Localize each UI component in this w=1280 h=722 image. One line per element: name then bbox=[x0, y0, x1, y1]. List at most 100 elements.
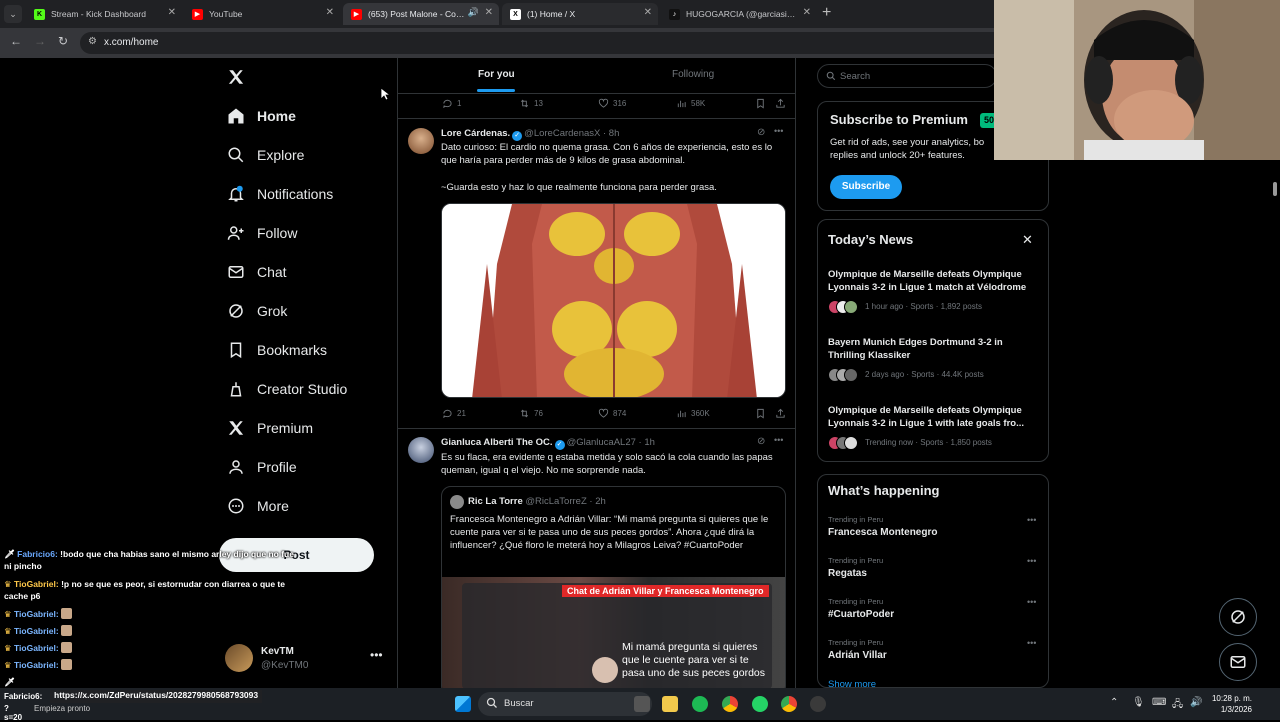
like-button[interactable]: 874 bbox=[598, 408, 626, 419]
chrome-icon[interactable] bbox=[722, 696, 738, 712]
close-icon[interactable]: ✕ bbox=[326, 7, 334, 18]
share-icon[interactable] bbox=[775, 408, 790, 419]
spotify-icon[interactable] bbox=[692, 696, 708, 712]
tab-following[interactable]: Following bbox=[672, 69, 714, 80]
x-logo-icon[interactable] bbox=[227, 68, 245, 86]
chevron-up-icon[interactable]: ⌃ bbox=[1110, 697, 1118, 708]
home-icon bbox=[228, 108, 244, 124]
news-item[interactable]: Olympique de Marseille defeats Olympique… bbox=[828, 404, 1040, 450]
views-button[interactable]: 360K bbox=[676, 408, 710, 419]
repost-button[interactable]: 13 bbox=[519, 98, 543, 109]
youtube-icon: ▶ bbox=[351, 8, 362, 20]
browser-tab-kick[interactable]: K Stream - Kick Dashboard ✕ bbox=[26, 3, 182, 25]
trend-item[interactable]: Trending in Peru #CuartoPoder ••• bbox=[828, 597, 1040, 620]
more-icon[interactable]: ••• bbox=[1027, 597, 1036, 607]
more-icon[interactable]: ••• bbox=[1027, 515, 1036, 525]
grok-icon[interactable]: ⊘ bbox=[757, 436, 765, 447]
trend-item[interactable]: Trending in Peru Francesca Montenegro ••… bbox=[828, 515, 1040, 538]
news-item[interactable]: Olympique de Marseille defeats Olympique… bbox=[828, 268, 1040, 314]
trend-item[interactable]: Trending in Peru Regatas ••• bbox=[828, 556, 1040, 579]
nav-explore[interactable]: Explore bbox=[227, 138, 304, 172]
file-explorer-icon[interactable] bbox=[662, 696, 678, 712]
reply-button[interactable]: 1 bbox=[442, 98, 461, 109]
trend-item[interactable]: Trending in Peru Adrián Villar ••• bbox=[828, 638, 1040, 661]
nav-bookmarks[interactable]: Bookmarks bbox=[227, 333, 327, 367]
obs-icon[interactable] bbox=[810, 696, 826, 712]
post-image[interactable] bbox=[441, 203, 786, 398]
site-info-icon[interactable]: ⚙ bbox=[88, 36, 97, 47]
new-tab-button[interactable]: + bbox=[822, 4, 831, 22]
taskbar-search[interactable]: Buscar bbox=[478, 692, 652, 716]
tab-search-button[interactable]: ⌄ bbox=[4, 5, 22, 23]
views-button[interactable]: 58K bbox=[676, 98, 705, 109]
bell-icon bbox=[228, 185, 244, 202]
microphone-icon[interactable]: 🎙 bbox=[1132, 697, 1145, 708]
quoted-post[interactable]: Ric La Torre @RicLaTorreZ · 2h Francesca… bbox=[441, 486, 786, 688]
subscribe-button[interactable]: Subscribe bbox=[830, 175, 902, 199]
nav-chat[interactable]: Chat bbox=[227, 255, 287, 289]
browser-tab-x-home[interactable]: X (1) Home / X ✕ bbox=[502, 3, 658, 25]
quoted-post-image[interactable]: Chat de Adrián Villar y Francesca Monten… bbox=[442, 577, 785, 688]
news-item[interactable]: Bayern Munich Edges Dortmund 3-2 in Thri… bbox=[828, 336, 1040, 382]
grok-button[interactable] bbox=[1219, 598, 1257, 636]
browser-tab-postmalone[interactable]: ▶ (653) Post Malone - Congra 🔊 ✕ bbox=[343, 3, 499, 25]
heart-icon bbox=[598, 408, 609, 418]
network-icon[interactable]: 🖧 bbox=[1172, 697, 1183, 714]
messages-button[interactable] bbox=[1219, 643, 1257, 681]
keyboard-icon[interactable]: ⌨ bbox=[1152, 697, 1166, 708]
reload-icon[interactable]: ↻ bbox=[58, 34, 68, 48]
whatsapp-icon[interactable] bbox=[752, 696, 768, 712]
chrome-icon[interactable] bbox=[781, 696, 797, 712]
nav-premium[interactable]: Premium bbox=[227, 411, 313, 445]
system-clock[interactable]: 10:28 p. m. 1/3/2026 bbox=[1208, 693, 1252, 715]
nav-more[interactable]: More bbox=[227, 489, 289, 523]
task-view-icon[interactable] bbox=[634, 696, 650, 712]
more-icon[interactable]: ••• bbox=[774, 126, 783, 136]
more-icon[interactable]: ••• bbox=[1027, 556, 1036, 566]
speaker-icon[interactable]: 🔊 bbox=[468, 7, 479, 18]
volume-icon[interactable]: 🔊 bbox=[1190, 697, 1202, 708]
close-icon[interactable]: ✕ bbox=[168, 7, 176, 18]
nav-follow[interactable]: Follow bbox=[227, 216, 297, 250]
grok-icon[interactable]: ⊘ bbox=[757, 127, 765, 138]
nav-profile[interactable]: Profile bbox=[227, 450, 297, 484]
repost-button[interactable]: 76 bbox=[519, 408, 543, 419]
bookmark-icon[interactable] bbox=[755, 408, 770, 419]
browser-tab-youtube[interactable]: ▶ YouTube ✕ bbox=[184, 3, 340, 25]
back-icon[interactable]: ← bbox=[10, 34, 22, 48]
address-bar[interactable]: ⚙ x.com/home bbox=[80, 32, 1070, 54]
more-icon[interactable]: ••• bbox=[1027, 638, 1036, 648]
close-icon[interactable]: ✕ bbox=[485, 7, 493, 18]
nav-notifications[interactable]: Notifications bbox=[227, 177, 333, 211]
share-icon[interactable] bbox=[775, 98, 790, 109]
chat-message: ♛ TioGabriel: bbox=[4, 625, 294, 637]
nav-home[interactable]: Home bbox=[227, 99, 296, 133]
nav-grok[interactable]: Grok bbox=[227, 294, 287, 328]
avatar[interactable] bbox=[408, 128, 434, 154]
stream-chat-overlay: 🗡 Fabricio6: !bodo que cha habias sano e… bbox=[0, 546, 300, 688]
close-icon[interactable]: ✕ bbox=[1022, 232, 1033, 248]
avatar[interactable] bbox=[408, 437, 434, 463]
crown-icon: ♛ bbox=[4, 660, 12, 670]
quoted-post-header: Ric La Torre @RicLaTorreZ · 2h bbox=[468, 496, 606, 507]
bookmark-icon[interactable] bbox=[755, 98, 770, 109]
verified-badge-icon: ✓ bbox=[512, 131, 523, 141]
chat-message: ♛ TioGabriel: bbox=[4, 659, 294, 671]
nav-creator-studio[interactable]: Creator Studio bbox=[227, 372, 347, 406]
add-person-icon bbox=[227, 226, 244, 240]
search-input[interactable]: Search bbox=[817, 64, 997, 88]
forward-icon[interactable]: → bbox=[34, 34, 46, 48]
like-button[interactable]: 316 bbox=[598, 98, 626, 109]
reply-button[interactable]: 21 bbox=[442, 408, 466, 419]
browser-tab-tiktok[interactable]: ♪ HUGOGARCIA (@garciasilvahug ✕ bbox=[661, 3, 817, 25]
more-circle-icon bbox=[228, 498, 244, 514]
more-icon[interactable]: ••• bbox=[774, 435, 783, 445]
avatar-stack bbox=[828, 436, 858, 450]
close-icon[interactable]: ✕ bbox=[803, 7, 811, 18]
crown-icon: ♛ bbox=[4, 579, 12, 589]
scrollbar-thumb[interactable] bbox=[1273, 182, 1277, 196]
close-icon[interactable]: ✕ bbox=[644, 7, 652, 18]
tab-for-you[interactable]: For you bbox=[478, 69, 515, 80]
reply-icon bbox=[443, 99, 452, 109]
windows-start-icon[interactable] bbox=[455, 696, 471, 712]
